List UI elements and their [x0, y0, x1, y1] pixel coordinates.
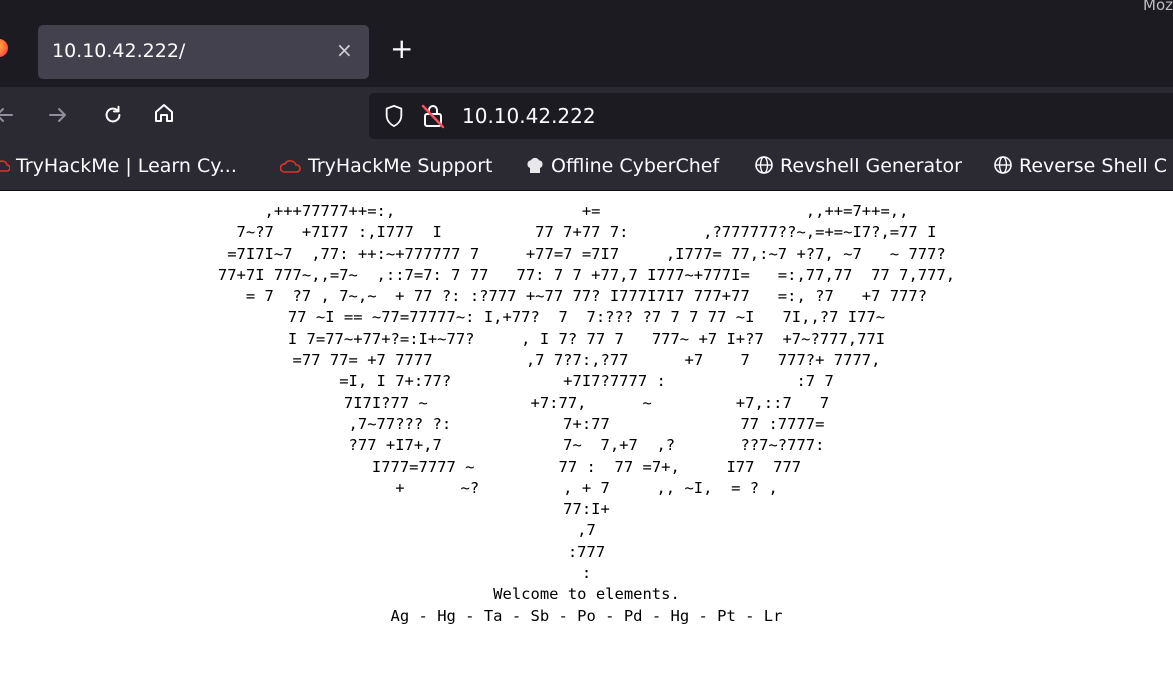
tab-title: 10.10.42.222/ — [52, 40, 186, 62]
bookmarks-toolbar: TryHackMe | Learn Cy... TryHackMe Suppor… — [0, 145, 1173, 191]
url-text[interactable]: 10.10.42.222 — [462, 104, 596, 128]
tracking-protection-shield-icon[interactable] — [383, 104, 405, 132]
window-title: Moz — [1143, 0, 1173, 14]
art-line: =77 77= +7 7777 ,7 7?7:,?77 +7 7 777?+ 7… — [292, 351, 881, 370]
bookmark-label: Revshell Generator — [780, 155, 962, 177]
back-arrow-icon[interactable] — [0, 103, 16, 131]
navigation-toolbar: 10.10.42.222 — [0, 87, 1173, 145]
bookmark-reverse-shell-cheatsheet[interactable]: Reverse Shell C — [993, 155, 1167, 181]
welcome-text: Welcome to elements. — [493, 585, 680, 604]
bookmark-label: Reverse Shell C — [1019, 155, 1168, 177]
art-line: =I, I 7+:77? +7I7?7777 : :7 7 — [339, 372, 834, 391]
art-line: : — [581, 564, 592, 583]
tryhackme-icon — [279, 158, 302, 180]
forward-arrow-icon[interactable] — [46, 103, 70, 131]
window-titlebar: Moz — [0, 0, 1173, 17]
bookmark-revshell-generator[interactable]: Revshell Generator — [754, 155, 962, 181]
tab-active[interactable]: 10.10.42.222/ × — [38, 25, 369, 79]
bookmark-tryhackme-learn[interactable]: TryHackMe | Learn Cy... — [0, 155, 237, 181]
art-line: =7I7I~7 ,77: ++:~+777777 7 +77=7 =7I7 ,I… — [227, 244, 946, 263]
bookmark-offline-cyberchef[interactable]: Offline CyberChef — [525, 155, 719, 181]
globe-icon — [754, 155, 774, 180]
art-line: ,+++77777++=:, += ,,++=7++=,, — [264, 202, 909, 220]
art-line: 7~?7 +7I77 :,I777 I 77 7+77 7: ,?777777?… — [236, 223, 937, 242]
art-line: ,7~77??? ?: 7+:77 77 :7777= — [348, 414, 825, 433]
art-line: ?77 +I7+,7 7~ 7,+7 ,? ??7~?777: — [348, 436, 825, 455]
url-bar[interactable]: 10.10.42.222 — [369, 93, 1173, 139]
tryhackme-icon — [0, 158, 11, 180]
globe-icon — [993, 155, 1013, 180]
tab-strip: 10.10.42.222/ × + — [0, 17, 1173, 87]
element-sequence: Ag - Hg - Ta - Sb - Po - Pd - Hg - Pt - … — [390, 606, 783, 625]
firefox-logo-icon[interactable] — [0, 39, 8, 57]
home-icon[interactable] — [152, 101, 176, 129]
reload-icon[interactable] — [102, 104, 124, 130]
insecure-lock-icon[interactable] — [421, 103, 445, 133]
ascii-art: ,+++77777++=:, += ,,++=7++=,, 7~?7 +7I77 … — [0, 201, 1173, 627]
tab-close-icon[interactable]: × — [336, 38, 353, 62]
art-line: :777 — [567, 542, 606, 561]
art-line: = 7 ?7 , 7~,~ + 77 ?: :?777 +~77 77? I77… — [245, 287, 928, 306]
bookmark-tryhackme-support[interactable]: TryHackMe Support — [279, 155, 493, 181]
new-tab-button[interactable]: + — [390, 35, 413, 63]
page-content: ,+++77777++=:, += ,,++=7++=,, 7~?7 +7I77 … — [0, 191, 1173, 698]
art-line: 77+7I 777~,,=7~ ,::7=7: 7 77 77: 7 7 +77… — [217, 265, 956, 284]
art-line: 77:I+ — [563, 500, 610, 519]
art-line: 7I7I?77 ~ +7:77, ~ +7,::7 7 — [343, 393, 830, 412]
art-line: + ~? , + 7 ,, ~I, = ? , — [395, 478, 778, 497]
art-line: ,7 — [577, 521, 596, 540]
art-line: I777=7777 ~ 77 : 77 =7+, I77 777 — [371, 457, 802, 476]
bookmark-label: Offline CyberChef — [551, 155, 720, 177]
chef-hat-icon — [525, 157, 545, 180]
art-line: 77 ~I == ~77=77777~: I,+77? 7 7:??? ?7 7… — [287, 308, 886, 327]
art-line: I 7=77~+77+?=:I+~77? , I 7? 77 7 777~ +7… — [287, 329, 886, 348]
bookmark-label: TryHackMe | Learn Cy... — [16, 155, 237, 177]
bookmark-label: TryHackMe Support — [308, 155, 493, 177]
